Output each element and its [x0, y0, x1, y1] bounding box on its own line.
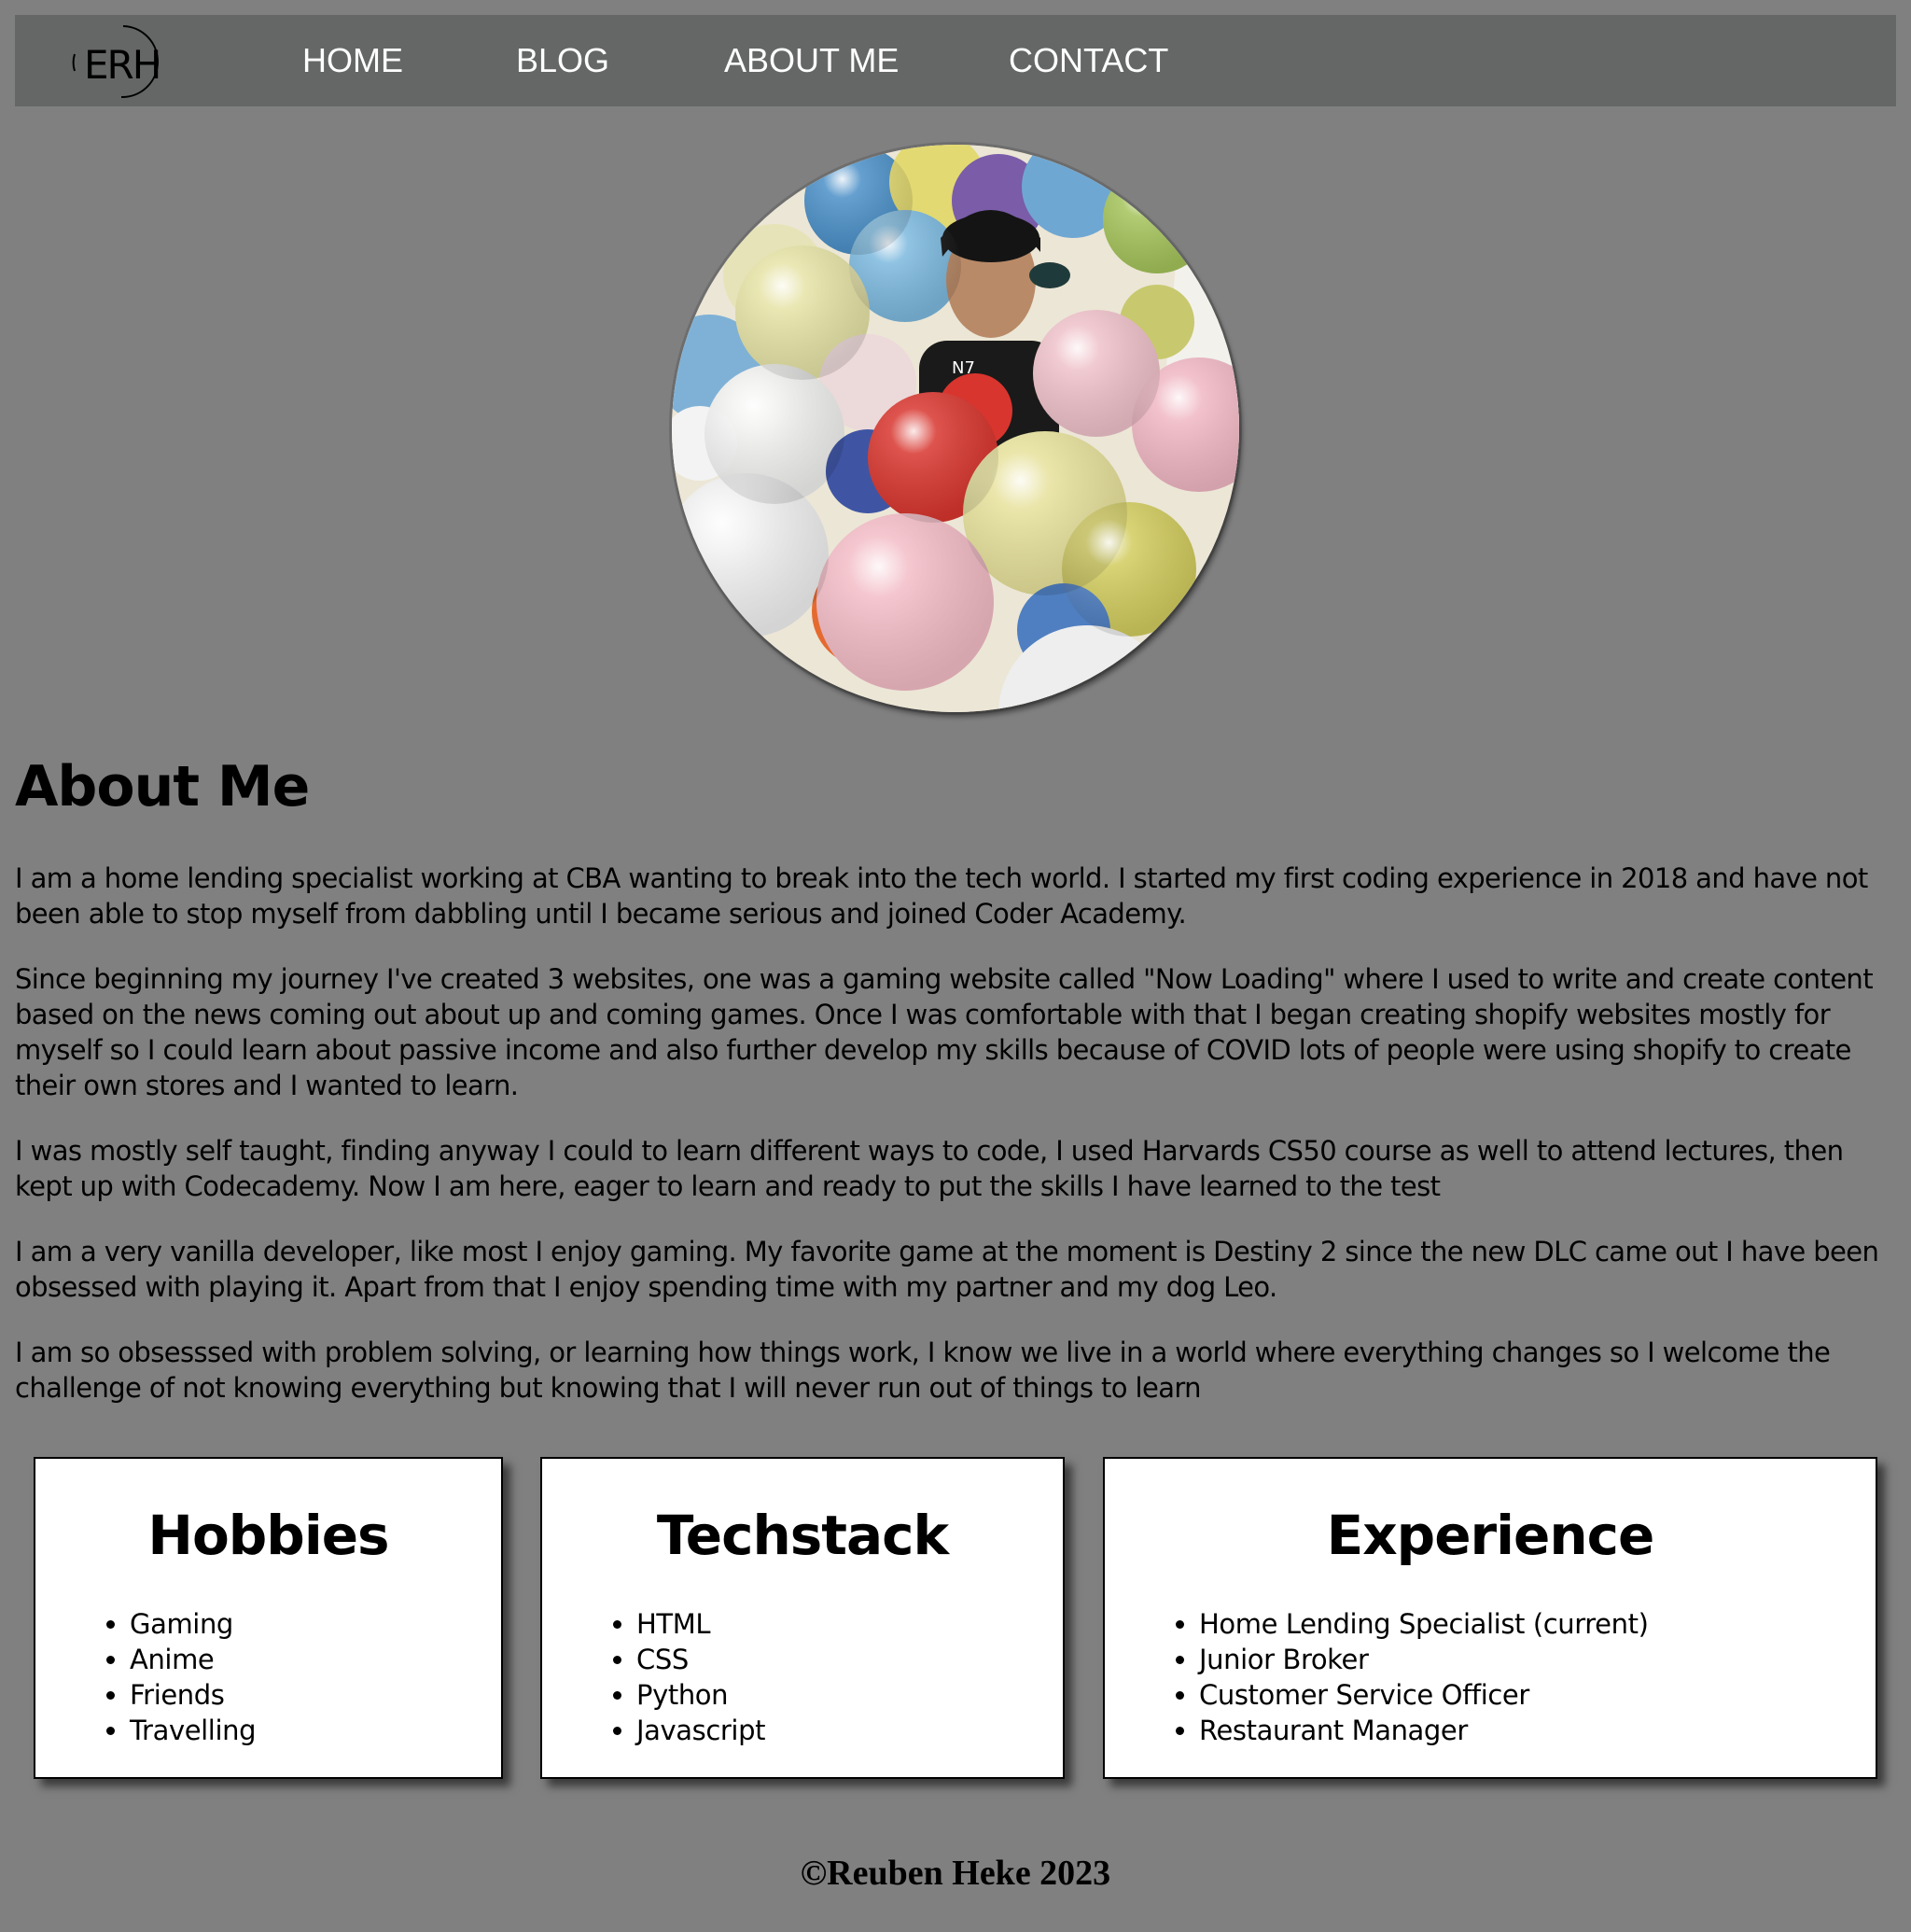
list-item: Friends [130, 1677, 256, 1713]
erh-logo[interactable]: ERH [69, 24, 181, 99]
list-item: Anime [130, 1642, 256, 1677]
about-paragraph: I am a very vanilla developer, like most… [15, 1236, 1879, 1303]
nav-contact-link[interactable]: CONTACT [1009, 15, 1168, 106]
techstack-title: Techstack [656, 1504, 949, 1567]
list-item: HTML [636, 1606, 765, 1642]
experience-list: Home Lending Specialist (current) Junior… [1105, 1606, 1649, 1748]
navbar: ERH HOME BLOG ABOUT ME CONTACT [15, 15, 1896, 106]
techstack-card: Techstack HTML CSS Python Javascript [540, 1457, 1065, 1779]
about-text: I am a home lending specialist working a… [15, 861, 1890, 1435]
experience-card: Experience Home Lending Specialist (curr… [1103, 1457, 1877, 1779]
hobbies-list: Gaming Anime Friends Travelling [35, 1606, 257, 1748]
about-paragraph: I am so obsesssed with problem solving, … [15, 1337, 1831, 1404]
list-item: Python [636, 1677, 765, 1713]
list-item: Home Lending Specialist (current) [1199, 1606, 1649, 1642]
nav-home-link[interactable]: HOME [302, 15, 403, 106]
hobbies-title: Hobbies [147, 1504, 389, 1567]
nav-about-link[interactable]: ABOUT ME [724, 15, 899, 106]
techstack-list: HTML CSS Python Javascript [542, 1606, 765, 1748]
profile-photo-balloons-icon: N7 [672, 145, 1239, 712]
about-paragraph: I am a home lending specialist working a… [15, 862, 1868, 930]
list-item: Travelling [130, 1713, 257, 1748]
experience-title: Experience [1326, 1504, 1655, 1567]
profile-photo: N7 [672, 145, 1239, 712]
about-paragraph: Since beginning my journey I've created … [15, 963, 1874, 1101]
hobbies-card: Hobbies Gaming Anime Friends Travelling [34, 1457, 503, 1779]
nav-blog-link[interactable]: BLOG [516, 15, 609, 106]
list-item: Javascript [636, 1713, 765, 1748]
list-item: CSS [636, 1642, 765, 1677]
about-paragraph: I was mostly self taught, finding anyway… [15, 1135, 1844, 1202]
about-title: About Me [15, 754, 310, 819]
list-item: Gaming [130, 1606, 256, 1642]
list-item: Junior Broker [1199, 1642, 1649, 1677]
footer-copyright: ©Reuben Heke 2023 [800, 1854, 1111, 1893]
logo-text: ERH [84, 42, 160, 88]
list-item: Customer Service Officer [1199, 1677, 1649, 1713]
list-item: Restaurant Manager [1199, 1713, 1649, 1748]
erh-logo-icon: ERH [72, 25, 161, 99]
